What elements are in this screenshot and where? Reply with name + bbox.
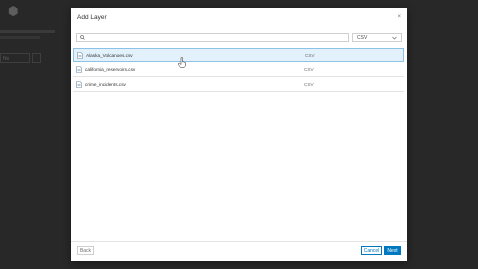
chevron-down-icon bbox=[392, 36, 397, 40]
next-button[interactable]: Next bbox=[384, 246, 401, 255]
file-row[interactable]: Alaska_Volcanoes.csv CSV bbox=[73, 48, 404, 62]
file-list: Alaska_Volcanoes.csv CSV california_rese… bbox=[73, 48, 404, 93]
file-icon bbox=[76, 81, 82, 88]
dialog-title: Add Layer bbox=[77, 14, 107, 21]
search-icon bbox=[80, 35, 85, 40]
search-box[interactable] bbox=[76, 33, 349, 42]
file-name: Alaska_Volcanoes.csv bbox=[86, 53, 133, 58]
file-row[interactable]: california_reservoirs.csv CSV bbox=[73, 63, 404, 77]
hand-cursor-icon bbox=[178, 57, 186, 68]
file-name: california_reservoirs.csv bbox=[85, 67, 136, 72]
file-icon bbox=[76, 66, 82, 73]
file-type-select[interactable]: CSV bbox=[352, 33, 402, 42]
back-button[interactable]: Back bbox=[77, 246, 94, 255]
search-input[interactable] bbox=[87, 34, 346, 41]
close-icon[interactable]: × bbox=[397, 14, 401, 20]
file-icon bbox=[77, 52, 83, 59]
file-type: CSV bbox=[305, 53, 315, 58]
file-row[interactable]: crime_incidents.csv CSV bbox=[73, 78, 404, 92]
add-layer-dialog: Add Layer × CSV Alaska_Volcanoes.csv CSV bbox=[71, 8, 407, 261]
file-type: CSV bbox=[304, 67, 314, 72]
cancel-button[interactable]: Cancel bbox=[361, 246, 382, 255]
file-name: crime_incidents.csv bbox=[85, 82, 126, 87]
file-type-select-value: CSV bbox=[357, 35, 368, 41]
file-type: CSV bbox=[304, 82, 314, 87]
footer-divider bbox=[71, 241, 407, 242]
